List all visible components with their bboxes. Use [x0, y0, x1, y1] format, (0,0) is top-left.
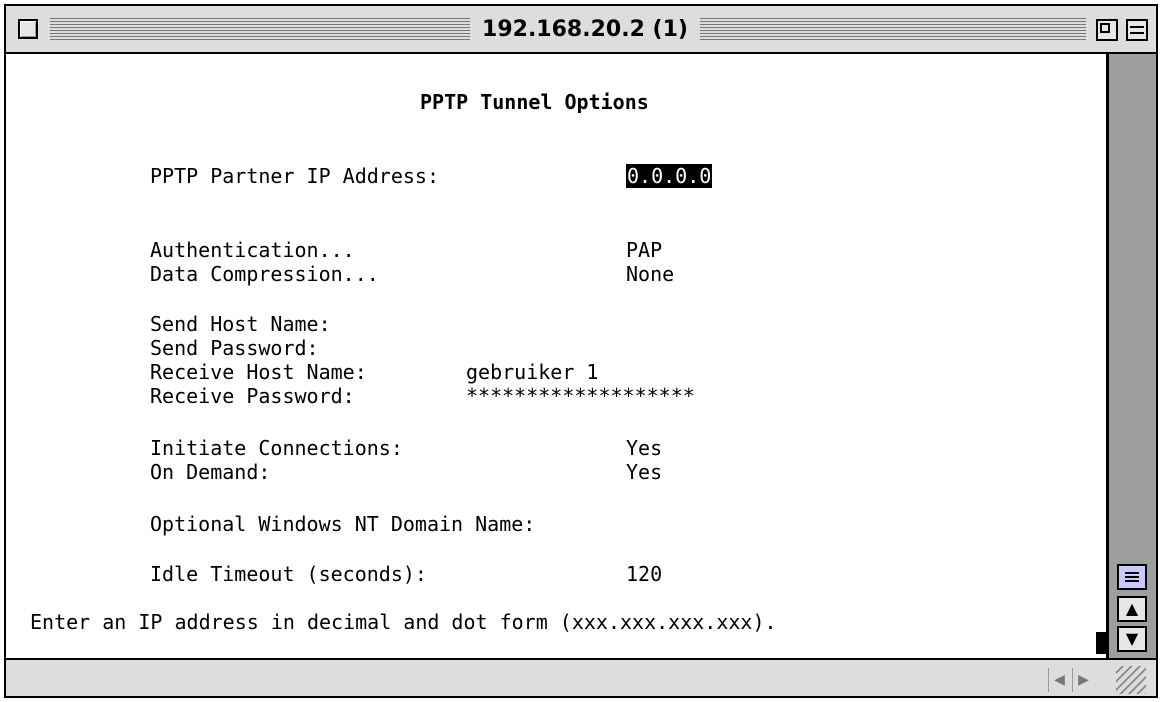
idle-timeout-value[interactable]: 120: [626, 562, 662, 586]
text-cursor: [1096, 632, 1108, 654]
idle-timeout-label: Idle Timeout (seconds):: [150, 562, 427, 586]
receive-password-field[interactable]: *******************: [466, 384, 695, 408]
collapse-box-icon[interactable]: [1126, 19, 1148, 41]
scroll-right-arrow-icon[interactable]: ▶: [1072, 668, 1094, 692]
on-demand-value[interactable]: Yes: [626, 460, 662, 484]
title-bar-stripes-right: [700, 18, 1086, 40]
terminal-screen[interactable]: PPTP Tunnel Options PPTP Partner IP Addr…: [6, 54, 1108, 658]
initiate-connections-value[interactable]: Yes: [626, 436, 662, 460]
zoom-box-icon[interactable]: [1096, 19, 1118, 41]
scroll-down-arrow-icon[interactable]: ▼: [1117, 626, 1147, 652]
scroll-left-arrow-icon[interactable]: ◀: [1048, 668, 1070, 692]
scroll-up-arrow-icon[interactable]: ▲: [1117, 596, 1147, 622]
screen-heading: PPTP Tunnel Options: [420, 90, 649, 114]
initiate-connections-label: Initiate Connections:: [150, 436, 403, 460]
vertical-scrollbar[interactable]: ▲ ▼: [1108, 54, 1156, 658]
close-box-icon[interactable]: [18, 19, 38, 39]
send-password-label: Send Password:: [150, 336, 319, 360]
horizontal-scrollbar[interactable]: ◀ ▶: [6, 658, 1156, 696]
window-title: 192.168.20.2 (1): [474, 16, 696, 44]
partner-ip-field[interactable]: 0.0.0.0: [626, 164, 713, 188]
on-demand-label: On Demand:: [150, 460, 271, 484]
partner-ip-label: PPTP Partner IP Address:: [150, 164, 439, 188]
data-compression-value: None: [626, 262, 675, 286]
resize-grip-icon[interactable]: [1116, 666, 1146, 694]
authentication-value: PAP: [626, 238, 663, 262]
partner-ip-value[interactable]: 0.0.0.0: [626, 164, 713, 188]
receive-host-name-field[interactable]: gebruiker 1: [466, 360, 598, 384]
terminal-window: 192.168.20.2 (1) PPTP Tunnel Options PPT…: [4, 4, 1158, 698]
scroll-thumb[interactable]: [1117, 564, 1147, 590]
data-compression-label[interactable]: Data Compression...: [150, 262, 379, 286]
title-bar[interactable]: 192.168.20.2 (1): [6, 6, 1156, 54]
receive-host-name-label: Receive Host Name:: [150, 360, 367, 384]
receive-password-label: Receive Password:: [150, 384, 355, 408]
status-message: Enter an IP address in decimal and dot f…: [30, 610, 777, 634]
title-bar-stripes-left: [50, 18, 470, 40]
nt-domain-label: Optional Windows NT Domain Name:: [150, 512, 536, 536]
authentication-label[interactable]: Authentication...: [150, 238, 355, 262]
send-host-name-label: Send Host Name:: [150, 312, 331, 336]
